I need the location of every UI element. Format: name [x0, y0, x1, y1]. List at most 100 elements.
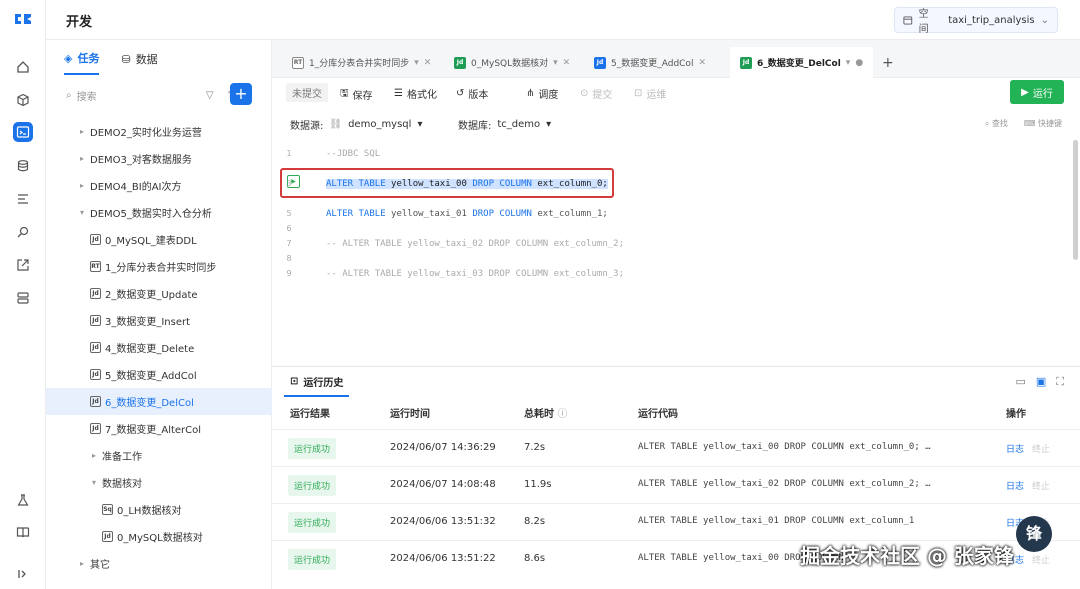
tree-search[interactable]: ⌕ 搜索 ▽ ⇅ — [66, 84, 236, 106]
code-editor[interactable]: 1 --JDBC SQL ▶ 3 ALTER TABLE yellow_taxi_0… — [272, 138, 1080, 366]
datasource-select[interactable]: 数据源: ⛓ demo_mysql ▾ — [290, 117, 422, 132]
publish-button[interactable]: ⊡ 运维 — [634, 86, 666, 101]
chevron-down-icon[interactable]: ▾ — [553, 58, 558, 68]
file-icon: Jd — [90, 288, 101, 299]
tree-item-label: 数据核对 — [102, 479, 142, 490]
tree-item[interactable]: Jd 0_MySQL_建表DDL — [46, 226, 272, 253]
editor-tab-mysql-check[interactable]: Jd 0_MySQL数据核对 ▾ ✕ — [444, 47, 580, 78]
fullscreen-icon[interactable]: ⛶ — [1056, 375, 1064, 389]
add-tab-button[interactable]: + — [872, 47, 904, 78]
tree-item-label: DEMO3_对客数据服务 — [90, 155, 192, 166]
chevron-down-icon[interactable]: ▾ — [414, 58, 419, 68]
submit-button[interactable]: ⊙ 提交 — [580, 86, 612, 101]
chevron-down-icon[interactable]: ▾ — [92, 478, 102, 487]
watermark-text: 掘金技术社区 @ 张家锋 — [800, 544, 1014, 568]
task-tree-panel: ◈任务 ⛁数据 ⌕ 搜索 ▽ ⇅ + ▸DEMO2_实时化业务运营▸DEMO3_… — [46, 40, 272, 589]
tree-item-label: 1_分库分表合并实时同步 — [105, 263, 217, 274]
info-icon: ⓘ — [557, 409, 568, 420]
run-duration: 8.6s — [524, 553, 546, 564]
code-line: 9 -- ALTER TABLE yellow_taxi_03 DROP COLU… — [286, 268, 625, 279]
space-select[interactable]: 空间 taxi_trip_analysis ⌄ — [894, 7, 1058, 35]
tree-list: ▸ DEMO2_实时化业务运营 ▸ DEMO3_对客数据服务 ▸ DEMO4_BI的AI次… — [46, 118, 272, 577]
status-badge: 运行成功 — [288, 549, 337, 570]
watermark-avatar: 锋 — [1016, 516, 1052, 552]
filter-icon[interactable]: ▽ — [206, 90, 214, 101]
datasource-bar: 数据源: ⛓ demo_mysql ▾ 数据库: tc_demo ▾ ⌕ 查找 … — [272, 112, 1080, 136]
chevron-right-icon[interactable]: ▸ — [80, 154, 90, 163]
add-task-button[interactable]: + — [230, 83, 252, 105]
flask-icon[interactable] — [13, 490, 33, 510]
tab-run-history[interactable]: ⊡ 运行历史 — [284, 367, 350, 397]
editor-tab-delcol[interactable]: Jd 6_数据变更_DelCol ▾ ● — [730, 47, 874, 78]
tree-item[interactable]: Jd 7_数据变更_AlterCol — [46, 415, 272, 442]
stop-link[interactable]: 终止 — [1032, 479, 1050, 492]
chevron-right-icon[interactable]: ▸ — [92, 451, 102, 460]
database-icon[interactable] — [13, 156, 33, 176]
panel-restore-icon[interactable]: ▭ — [1015, 375, 1025, 389]
stop-link[interactable]: 终止 — [1032, 442, 1050, 455]
chevron-down-icon: ▾ — [417, 119, 423, 130]
editor-tab-sync[interactable]: RT 1_分库分表合并实时同步 ▾ ✕ — [282, 47, 441, 78]
server-icon[interactable] — [13, 288, 33, 308]
close-icon[interactable]: ✕ — [698, 58, 706, 68]
tree-item[interactable]: ▸ 其它 — [46, 550, 272, 577]
file-icon: Jd — [90, 342, 101, 353]
tree-item[interactable]: Jd 2_数据变更_Update — [46, 280, 272, 307]
close-icon[interactable]: ✕ — [563, 58, 571, 68]
run-time: 2024/06/06 13:51:32 — [390, 516, 496, 527]
export-icon[interactable] — [13, 255, 33, 275]
format-button[interactable]: ☰ 格式化 — [394, 86, 437, 101]
chevron-right-icon[interactable]: ▸ — [80, 127, 90, 136]
log-link[interactable]: 日志 — [1006, 442, 1024, 455]
tab-task[interactable]: ◈ 任务 — [64, 50, 100, 75]
tree-item[interactable]: ▸ DEMO2_实时化业务运营 — [46, 118, 272, 145]
chevron-down-icon[interactable]: ▾ — [846, 58, 851, 68]
tree-item[interactable]: ▾ 数据核对 — [46, 469, 272, 496]
chevron-down-icon[interactable]: ▾ — [80, 208, 90, 217]
chevron-right-icon[interactable]: ▸ — [80, 181, 90, 190]
tree-item[interactable]: ▸ 准备工作 — [46, 442, 272, 469]
book-icon[interactable] — [13, 522, 33, 542]
plug-icon[interactable] — [13, 222, 33, 242]
close-icon[interactable]: ✕ — [424, 58, 432, 68]
run-button[interactable]: ▶ 运行 — [1010, 80, 1064, 104]
tree-item[interactable]: Jd 3_数据变更_Insert — [46, 307, 272, 334]
search-input[interactable]: 搜索 — [77, 88, 97, 103]
database-select[interactable]: 数据库: tc_demo ▾ — [458, 117, 551, 132]
chevron-right-icon[interactable]: ▸ — [80, 559, 90, 568]
tab-data[interactable]: ⛁ 数据 — [121, 50, 157, 75]
home-icon[interactable] — [13, 57, 33, 77]
tree-item[interactable]: ▸ DEMO4_BI的AI次方 — [46, 172, 272, 199]
tree-item[interactable]: Jd 0_MySQL数据核对 — [46, 523, 272, 550]
shortcut-button[interactable]: ⌨ 快捷键 — [1024, 118, 1062, 129]
tree-item[interactable]: Jd 4_数据变更_Delete — [46, 334, 272, 361]
save-button[interactable]: 🖫 保存 — [340, 86, 373, 103]
format-icon: ☰ — [394, 88, 403, 99]
editor-tab-addcol[interactable]: Jd 5_数据变更_AddCol ✕ — [584, 47, 716, 78]
terminal-icon[interactable] — [13, 122, 33, 142]
tree-item[interactable]: Jd 6_数据变更_DelCol — [46, 388, 272, 415]
log-link[interactable]: 日志 — [1006, 479, 1024, 492]
panel-bottom-icon[interactable]: ▣ — [1036, 375, 1046, 389]
tree-item[interactable]: ▾ DEMO5_数据实时入仓分析 — [46, 199, 272, 226]
cube-icon[interactable] — [13, 90, 33, 110]
schedule-button[interactable]: ⋔ 调度 — [526, 86, 558, 101]
search-icon: ⌕ — [984, 119, 992, 128]
tree-item[interactable]: Sq 0_LH数据核对 — [46, 496, 272, 523]
tree-item[interactable]: ▸ DEMO3_对客数据服务 — [46, 145, 272, 172]
find-button[interactable]: ⌕ 查找 — [985, 118, 1008, 129]
version-button[interactable]: ↺ 版本 — [456, 86, 488, 101]
run-code: ALTER TABLE yellow_taxi_00 DROP COLUMN e… — [638, 442, 931, 452]
tree-item[interactable]: Jd 5_数据变更_AddCol — [46, 361, 272, 388]
app-logo-icon — [15, 14, 31, 24]
space-label: 空间 — [918, 9, 929, 35]
table-row: 运行成功 2024/06/06 13:51:32 8.2s ALTER TABLE y… — [272, 503, 1080, 540]
unsubmitted-status: 未提交 — [286, 83, 328, 102]
list-icon[interactable] — [13, 189, 33, 209]
top-header: 开发 空间 taxi_trip_analysis ⌄ — [46, 0, 1080, 40]
tree-item-label: 2_数据变更_Update — [105, 290, 198, 301]
stop-link[interactable]: 终止 — [1032, 553, 1050, 566]
tree-item[interactable]: RT 1_分库分表合并实时同步 — [46, 253, 272, 280]
collapse-icon[interactable] — [13, 564, 33, 584]
editor-scrollbar[interactable] — [1073, 140, 1078, 260]
